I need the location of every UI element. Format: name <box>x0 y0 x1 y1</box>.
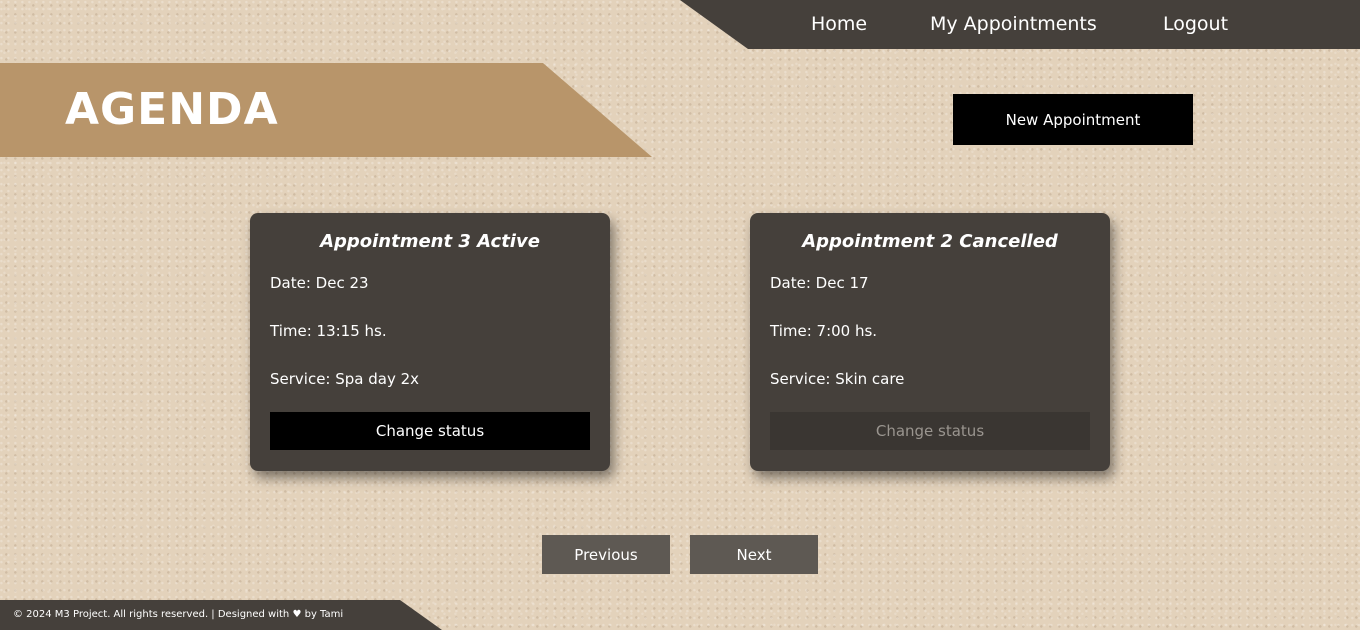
appointment-title: Appointment 2 Cancelled <box>802 231 1058 252</box>
appointment-title: Appointment 3 Active <box>320 231 540 252</box>
appointment-time: Time: 13:15 hs. <box>270 322 387 340</box>
previous-page-button[interactable]: Previous <box>542 535 670 574</box>
change-status-button[interactable]: Change status <box>270 412 590 450</box>
appointment-date: Date: Dec 17 <box>770 274 869 292</box>
footer-copyright: © 2024 M3 Project. All rights reserved. … <box>13 609 344 620</box>
nav-home-link[interactable]: Home <box>811 12 867 36</box>
appointment-service: Service: Spa day 2x <box>270 370 420 388</box>
appointment-service: Service: Skin care <box>770 370 905 388</box>
appointment-card: Appointment 3 Active Date: Dec 23 Time: … <box>250 213 610 471</box>
page-title-banner: AGENDA <box>0 63 652 157</box>
change-status-button-disabled: Change status <box>770 412 1090 450</box>
appointment-time: Time: 7:00 hs. <box>770 322 878 340</box>
page-title: AGENDA <box>65 84 279 135</box>
nav-my-appointments-link[interactable]: My Appointments <box>930 12 1097 36</box>
next-page-button[interactable]: Next <box>690 535 818 574</box>
nav-logout-link[interactable]: Logout <box>1163 12 1228 36</box>
footer: © 2024 M3 Project. All rights reserved. … <box>0 600 442 630</box>
new-appointment-button[interactable]: New Appointment <box>953 94 1193 145</box>
appointment-card: Appointment 2 Cancelled Date: Dec 17 Tim… <box>750 213 1110 471</box>
appointment-date: Date: Dec 23 <box>270 274 369 292</box>
top-navbar: Home My Appointments Logout <box>680 0 1360 49</box>
